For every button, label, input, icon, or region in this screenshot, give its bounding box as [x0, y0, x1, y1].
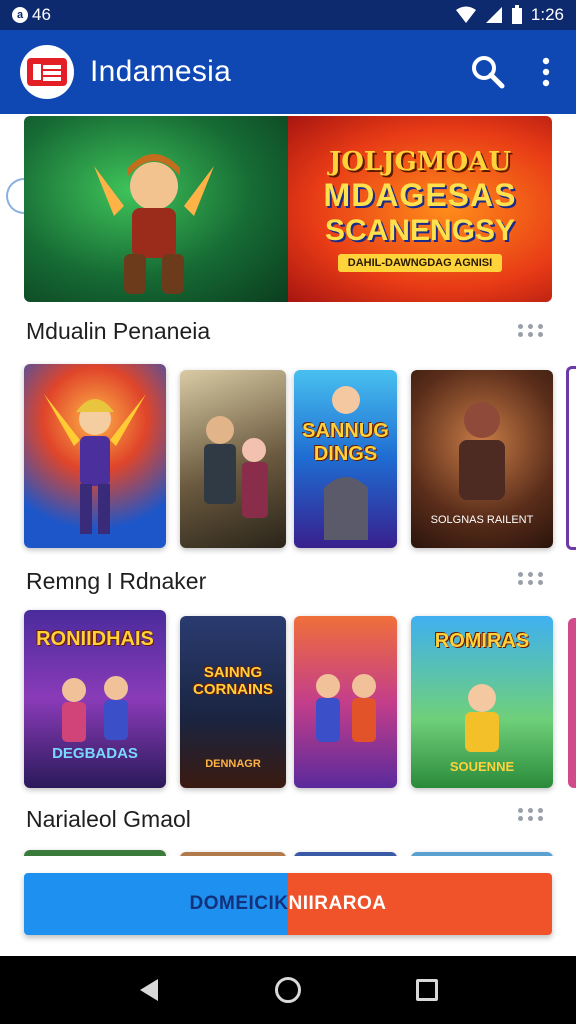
section-title: Remng I Rdnaker	[26, 568, 207, 594]
battery-icon	[511, 5, 522, 24]
game-card-caption: SOLGNAS RAILENT	[430, 514, 534, 526]
banner-title-line1: JOLJGMOAU	[328, 146, 511, 177]
character-art-icon	[44, 394, 146, 534]
section-more-icon[interactable]	[518, 808, 546, 822]
game-card[interactable]	[411, 852, 553, 856]
game-card[interactable]	[180, 370, 286, 548]
hero-character-icon	[94, 154, 214, 294]
game-card-caption: DEGBADAS	[52, 745, 138, 762]
more-vert-icon	[542, 57, 550, 87]
banner-text-panel: JOLJGMOAU MDAGESAS SCANENGSY DAHIL-DAWNG…	[288, 116, 552, 302]
signal-icon	[485, 7, 502, 23]
wifi-icon	[455, 6, 476, 23]
back-button[interactable]	[129, 970, 169, 1010]
main-content: JOLJGMOAU MDAGESAS SCANENGSY DAHIL-DAWNG…	[0, 114, 576, 856]
game-card[interactable]: RONIIDHAIS DEGBADAS	[24, 610, 166, 788]
banner-title-line3: SCANENGSY	[324, 213, 516, 247]
game-card[interactable]: SANNUG DINGS	[294, 370, 397, 548]
recents-button[interactable]	[407, 970, 447, 1010]
game-card[interactable]	[294, 616, 397, 788]
game-card-edge[interactable]	[566, 366, 576, 550]
game-card[interactable]: SAINNG CORNAINS DENNAGR	[180, 616, 286, 788]
status-left-text: 46	[32, 5, 51, 24]
app-logo[interactable]	[20, 45, 74, 99]
game-card[interactable]: ROMIRAS SOUENNE	[411, 616, 553, 788]
search-button[interactable]	[468, 52, 508, 92]
section-title: Mdualin Penaneia	[26, 318, 211, 344]
system-nav-bar	[0, 956, 576, 1024]
cta-label-left: DOMEICIK	[189, 893, 289, 914]
game-card[interactable]	[24, 364, 166, 548]
back-icon	[140, 979, 159, 1001]
home-icon	[274, 977, 301, 1003]
logo-mark-icon	[27, 58, 67, 86]
status-right: 1:26	[455, 5, 564, 25]
status-bar: a 46 1:26	[0, 0, 576, 30]
home-button[interactable]	[268, 970, 308, 1010]
banner-artwork	[24, 116, 288, 302]
character-art-icon	[316, 674, 376, 742]
app-title: Indamesia	[90, 55, 232, 88]
more-options-button[interactable]	[536, 52, 556, 92]
game-card-edge[interactable]	[568, 618, 576, 788]
search-icon	[472, 56, 505, 89]
section-more-icon[interactable]	[518, 572, 546, 586]
app-actions	[468, 52, 556, 92]
banner-subtitle: DAHIL-DAWNGDAG AGNISI	[337, 253, 503, 272]
section-title: Narialeol Gmaol	[26, 806, 191, 832]
notification-icon: a	[12, 7, 28, 23]
game-card[interactable]: SOLGNAS RAILENT	[411, 370, 553, 548]
status-time: 1:26	[530, 5, 564, 24]
game-card-title: SAINNG CORNAINS	[192, 664, 273, 698]
game-card[interactable]	[24, 850, 166, 856]
app-bar: Indamesia	[0, 30, 576, 114]
featured-banner[interactable]: JOLJGMOAU MDAGESAS SCANENGSY DAHIL-DAWNG…	[24, 116, 552, 302]
banner-title-line2: MDAGESAS	[323, 176, 517, 213]
character-art-icon	[204, 416, 268, 518]
recents-icon	[415, 979, 438, 1001]
game-card[interactable]	[294, 852, 397, 856]
cta-label-right: NIIRAROA	[288, 893, 387, 914]
primary-cta-button[interactable]: DOMEICIK NIIRAROA	[24, 873, 552, 935]
game-card[interactable]	[180, 852, 286, 856]
status-left: a 46	[12, 5, 51, 25]
section-more-icon[interactable]	[518, 324, 546, 338]
character-art-icon	[324, 386, 368, 540]
game-card-caption: DENNAGR	[205, 758, 261, 770]
game-card-caption: SOUENNE	[449, 759, 515, 774]
